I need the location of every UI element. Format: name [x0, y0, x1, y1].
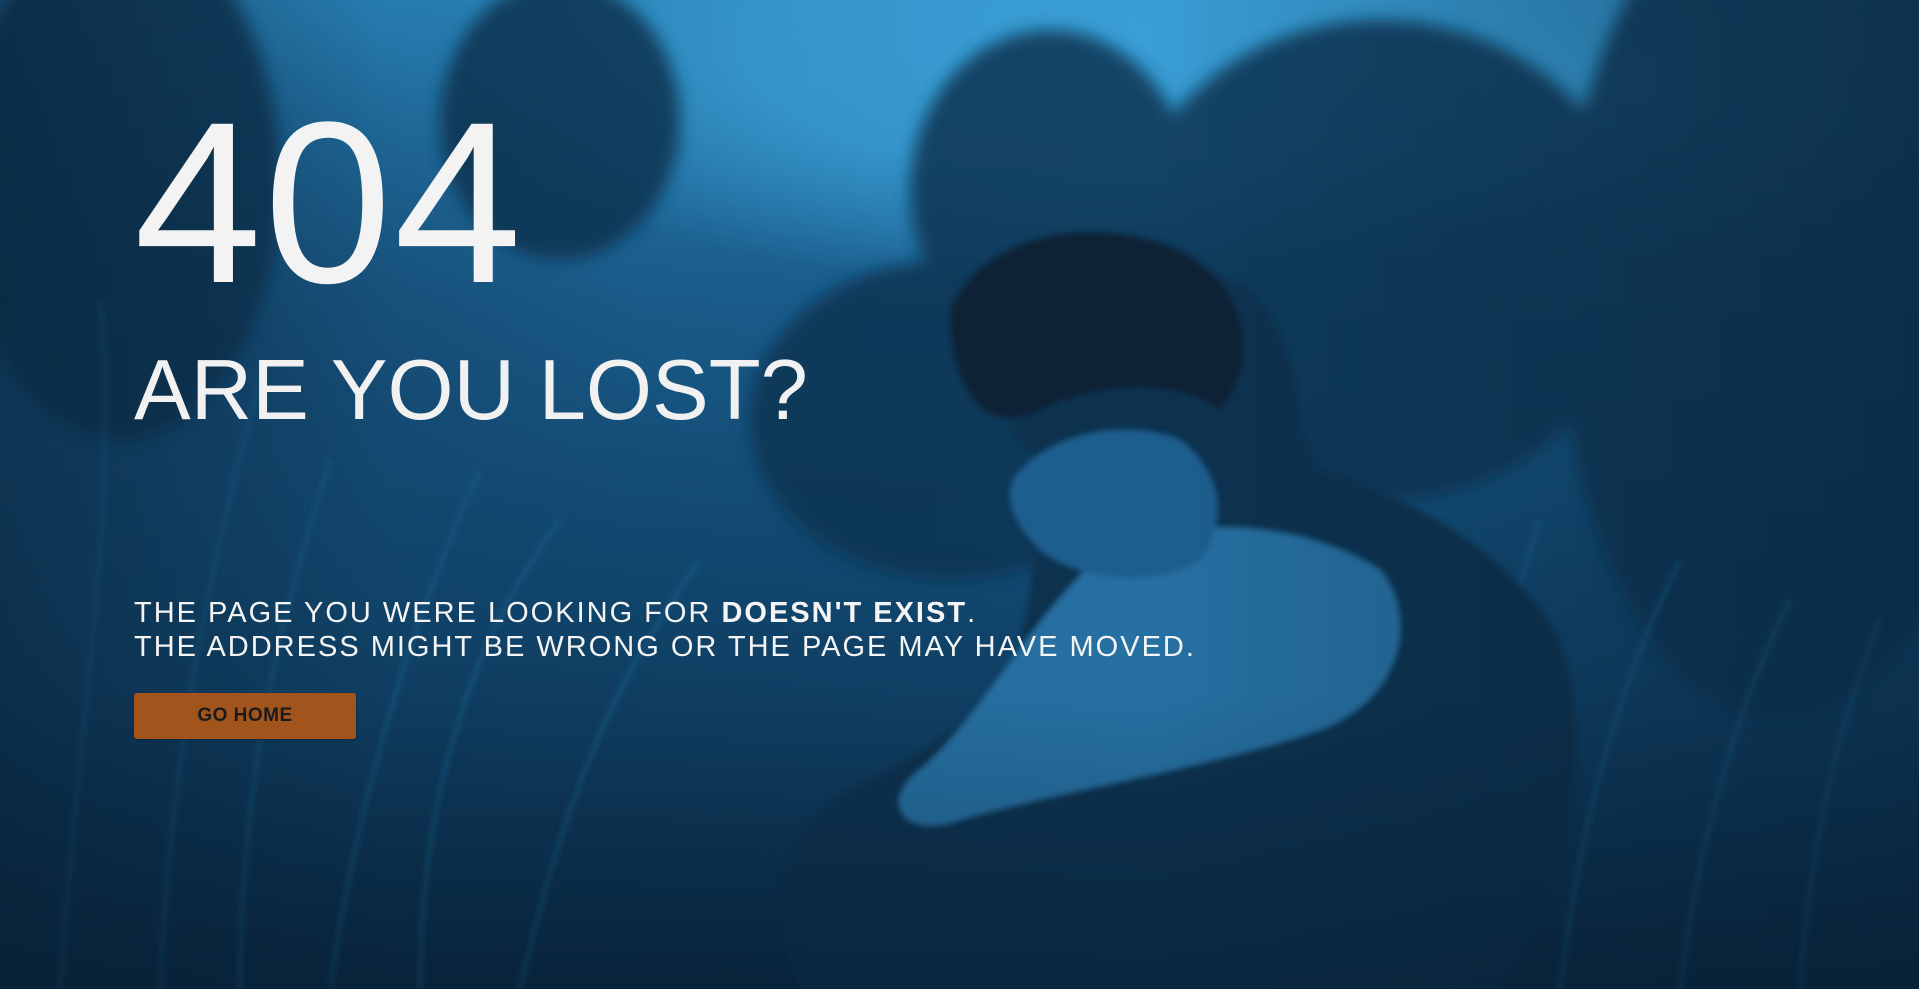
message-suffix: .: [967, 597, 978, 629]
error-message-line-1: THE PAGE YOU WERE LOOKING FOR DOESN'T EX…: [134, 596, 1196, 630]
error-headline: ARE YOU LOST?: [134, 343, 808, 438]
error-code: 404: [134, 74, 524, 331]
error-message-line-2: THE ADDRESS MIGHT BE WRONG OR THE PAGE M…: [134, 631, 1196, 663]
error-message: THE PAGE YOU WERE LOOKING FOR DOESN'T EX…: [134, 596, 1196, 664]
go-home-button[interactable]: GO HOME: [134, 693, 356, 739]
message-emphasis: DOESN'T EXIST: [721, 597, 968, 629]
error-page: 404 ARE YOU LOST? THE PAGE YOU WERE LOOK…: [0, 0, 1919, 989]
message-prefix: THE PAGE YOU WERE LOOKING FOR: [134, 597, 722, 629]
